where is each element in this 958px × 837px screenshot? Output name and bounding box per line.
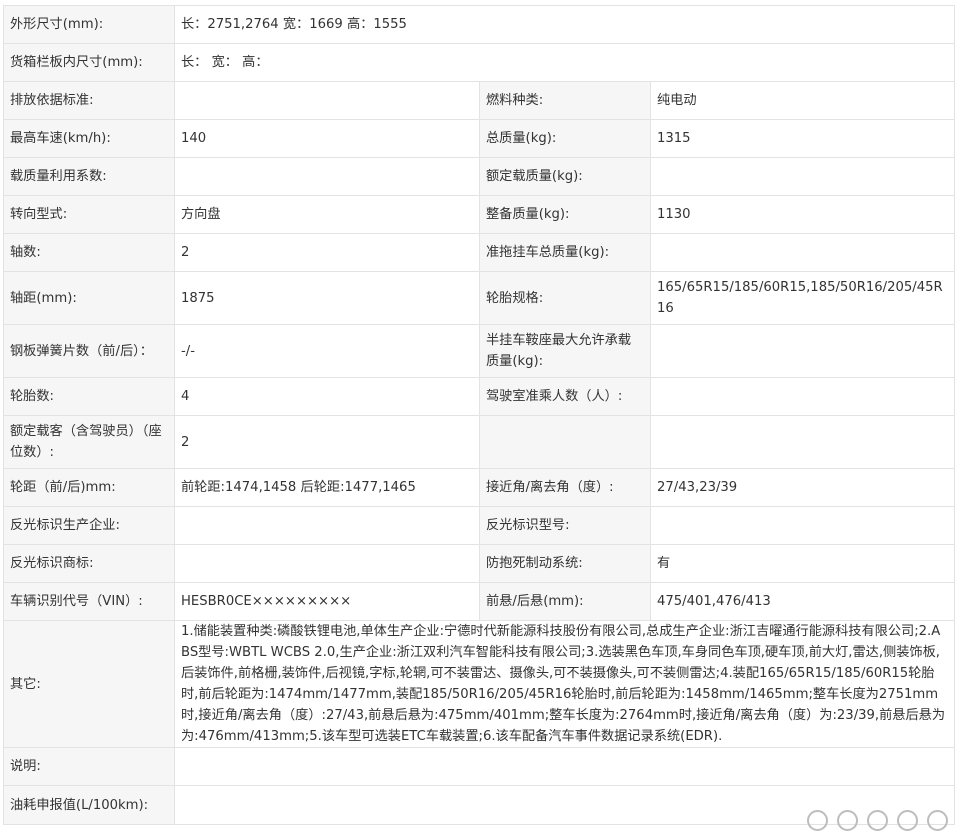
row-value: 2 bbox=[174, 233, 480, 272]
table-row: 货箱栏板内尺寸(mm): 长： 宽： 高： bbox=[3, 43, 956, 82]
row-value: 1130 bbox=[649, 195, 956, 234]
row-value: 长：2751,2764 宽：1669 高：1555 bbox=[173, 5, 956, 44]
row-value: 140 bbox=[174, 119, 480, 158]
row-value: 长： 宽： 高： bbox=[173, 43, 956, 82]
table-row: 最高车速(km/h): 140 总质量(kg): 1315 bbox=[3, 119, 956, 158]
table-row: 轮距（前/后)mm: 前轮距:1474,1458 后轮距:1477,1465 接… bbox=[3, 468, 956, 507]
table-row: 排放依据标准: 燃料种类: 纯电动 bbox=[3, 81, 956, 120]
row-label: 外形尺寸(mm): bbox=[3, 5, 175, 44]
row-value: 有 bbox=[649, 544, 956, 583]
row-value bbox=[173, 747, 956, 786]
row-label: 反光标识型号: bbox=[479, 506, 651, 545]
row-label: 半挂车鞍座最大允许承载质量(kg): bbox=[479, 324, 651, 378]
row-label: 转向型式: bbox=[3, 195, 175, 234]
row-label: 轮距（前/后)mm: bbox=[3, 468, 175, 507]
table-row: 轴距(mm): 1875 轮胎规格: 165/65R15/185/60R15,1… bbox=[3, 271, 956, 325]
row-value: 1.储能装置种类:磷酸铁锂电池,单体生产企业:宁德时代新能源科技股份有限公司,总… bbox=[173, 620, 956, 748]
row-value: -/- bbox=[174, 324, 480, 378]
row-value: 方向盘 bbox=[174, 195, 480, 234]
row-label: 前悬/后悬(mm): bbox=[479, 582, 651, 621]
row-label: 最高车速(km/h): bbox=[3, 119, 175, 158]
row-value bbox=[174, 81, 480, 120]
row-value bbox=[174, 544, 480, 583]
row-value bbox=[649, 415, 956, 469]
row-value: 1315 bbox=[649, 119, 956, 158]
row-label: 说明: bbox=[3, 747, 175, 786]
row-label bbox=[479, 415, 651, 469]
row-label: 轴数: bbox=[3, 233, 175, 272]
row-label: 轴距(mm): bbox=[3, 271, 175, 325]
watermark-circle-icon bbox=[927, 810, 948, 831]
table-row: 反光标识商标: 防抱死制动系统: 有 bbox=[3, 544, 956, 583]
row-value bbox=[649, 377, 956, 416]
row-label: 燃料种类: bbox=[479, 81, 651, 120]
watermark-logo bbox=[807, 810, 948, 831]
row-label: 整备质量(kg): bbox=[479, 195, 651, 234]
table-row: 车辆识别代号（VIN）: HESBR0CE××××××××× 前悬/后悬(mm)… bbox=[3, 582, 956, 621]
row-label: 接近角/离去角（度）: bbox=[479, 468, 651, 507]
row-value bbox=[649, 324, 956, 378]
row-label: 反光标识商标: bbox=[3, 544, 175, 583]
row-label: 钢板弹簧片数（前/后）： bbox=[3, 324, 175, 378]
row-label: 轮胎规格: bbox=[479, 271, 651, 325]
watermark-circle-icon bbox=[807, 810, 828, 831]
row-value bbox=[649, 506, 956, 545]
row-value bbox=[174, 506, 480, 545]
table-row: 其它: 1.储能装置种类:磷酸铁锂电池,单体生产企业:宁德时代新能源科技股份有限… bbox=[3, 620, 956, 748]
row-label: 额定载质量(kg): bbox=[479, 157, 651, 196]
table-row: 反光标识生产企业: 反光标识型号: bbox=[3, 506, 956, 545]
row-value: 1875 bbox=[174, 271, 480, 325]
row-label: 准拖挂车总质量(kg): bbox=[479, 233, 651, 272]
row-label: 排放依据标准: bbox=[3, 81, 175, 120]
row-value: 纯电动 bbox=[649, 81, 956, 120]
watermark-circle-icon bbox=[867, 810, 888, 831]
row-label: 车辆识别代号（VIN）: bbox=[3, 582, 175, 621]
watermark-circle-icon bbox=[897, 810, 918, 831]
table-row: 轮胎数: 4 驾驶室准乘人数（人）: bbox=[3, 377, 956, 416]
row-label: 反光标识生产企业: bbox=[3, 506, 175, 545]
row-label: 载质量利用系数: bbox=[3, 157, 175, 196]
table-row: 说明: bbox=[3, 747, 956, 786]
row-value: 27/43,23/39 bbox=[649, 468, 956, 507]
row-value: 4 bbox=[174, 377, 480, 416]
table-row: 额定载客（含驾驶员）（座位数）: 2 bbox=[3, 415, 956, 469]
row-label: 货箱栏板内尺寸(mm): bbox=[3, 43, 175, 82]
row-value bbox=[649, 157, 956, 196]
row-label: 防抱死制动系统: bbox=[479, 544, 651, 583]
row-label: 其它: bbox=[3, 620, 175, 748]
row-value: 前轮距:1474,1458 后轮距:1477,1465 bbox=[174, 468, 480, 507]
table-row: 转向型式: 方向盘 整备质量(kg): 1130 bbox=[3, 195, 956, 234]
row-value: HESBR0CE××××××××× bbox=[174, 582, 480, 621]
row-label: 油耗申报值(L/100km): bbox=[3, 785, 175, 825]
watermark-circle-icon bbox=[837, 810, 858, 831]
row-label: 总质量(kg): bbox=[479, 119, 651, 158]
row-value: 165/65R15/185/60R15,185/50R16/205/45R16 bbox=[649, 271, 956, 325]
table-row: 钢板弹簧片数（前/后）： -/- 半挂车鞍座最大允许承载质量(kg): bbox=[3, 324, 956, 378]
table-row: 外形尺寸(mm): 长：2751,2764 宽：1669 高：1555 bbox=[3, 5, 956, 44]
row-value: 475/401,476/413 bbox=[649, 582, 956, 621]
row-value bbox=[649, 233, 956, 272]
row-label: 轮胎数: bbox=[3, 377, 175, 416]
row-value: 2 bbox=[174, 415, 480, 469]
row-label: 驾驶室准乘人数（人）: bbox=[479, 377, 651, 416]
row-value bbox=[174, 157, 480, 196]
table-row: 轴数: 2 准拖挂车总质量(kg): bbox=[3, 233, 956, 272]
row-label: 额定载客（含驾驶员）（座位数）: bbox=[3, 415, 175, 469]
vehicle-spec-table: 外形尺寸(mm): 长：2751,2764 宽：1669 高：1555 货箱栏板… bbox=[3, 5, 956, 825]
table-row: 载质量利用系数: 额定载质量(kg): bbox=[3, 157, 956, 196]
